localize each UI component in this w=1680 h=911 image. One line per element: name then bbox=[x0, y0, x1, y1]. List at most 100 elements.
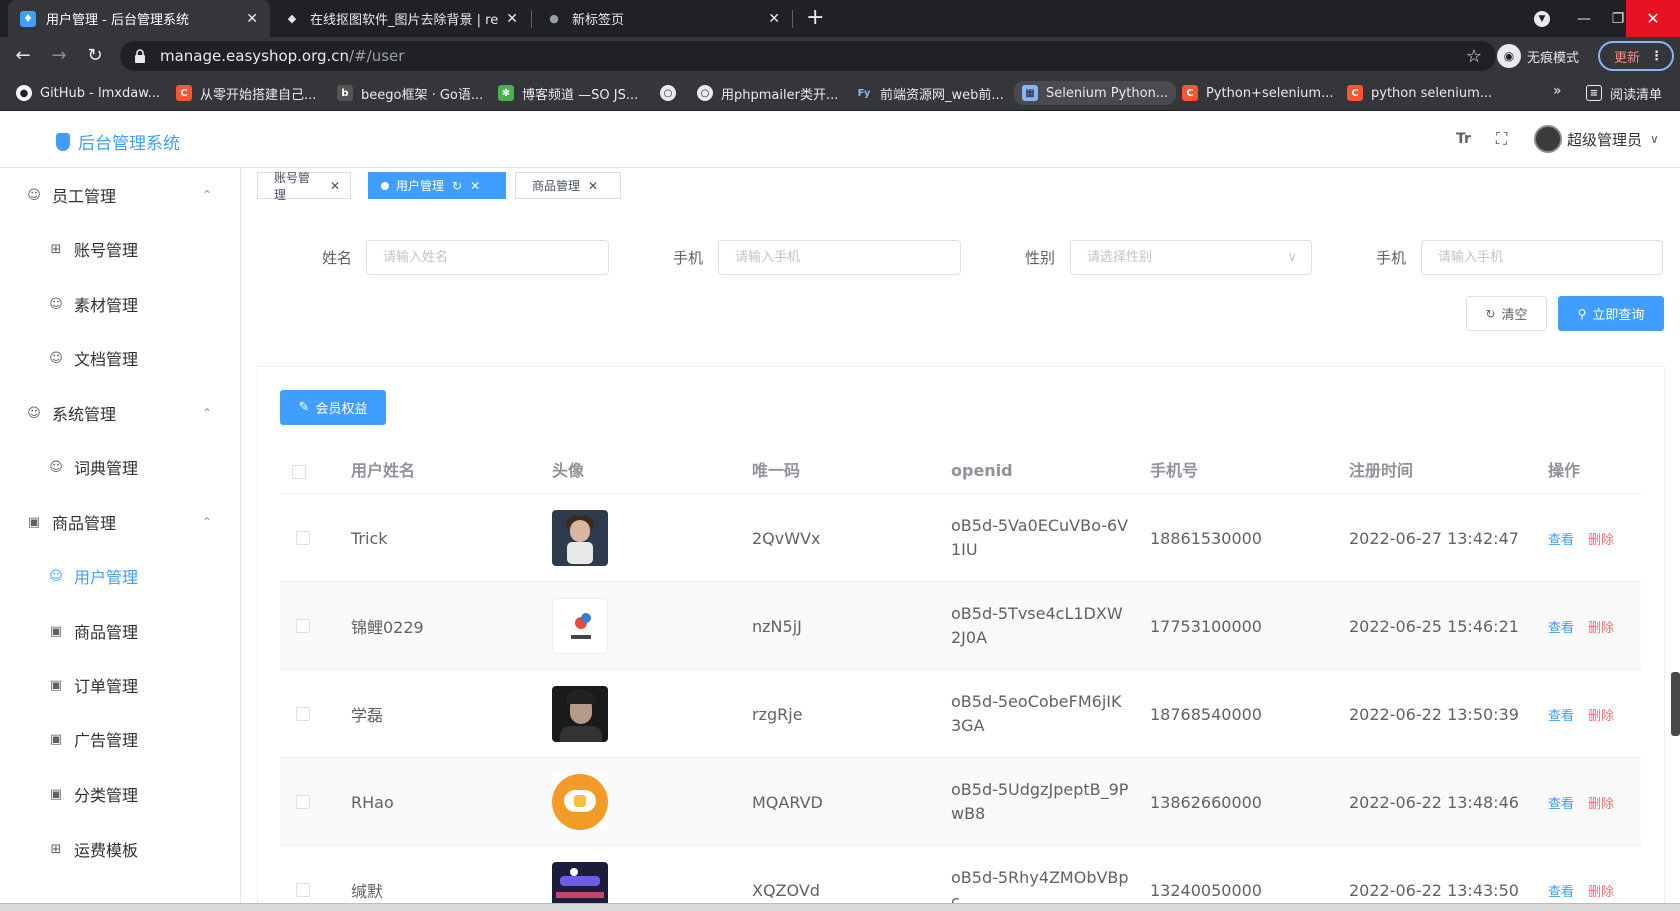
browser-tab-2[interactable]: ◆ 在线抠图软件_图片去除背景 | rem ✕ bbox=[272, 0, 530, 37]
back-icon[interactable]: ← bbox=[12, 45, 34, 67]
tab-search-icon[interactable]: ▼ bbox=[1528, 0, 1556, 37]
new-tab-icon[interactable]: + bbox=[806, 5, 824, 30]
lock-icon bbox=[134, 49, 146, 63]
name-input[interactable]: 请输入姓名 bbox=[366, 240, 609, 275]
bookmark-item[interactable]: b beego框架 · Go语... bbox=[337, 83, 483, 103]
delete-button[interactable]: 删除 bbox=[1588, 617, 1614, 636]
reload-icon[interactable]: ↻ bbox=[84, 45, 106, 67]
minimize-icon[interactable]: — bbox=[1566, 0, 1602, 37]
query-button[interactable]: ⚲ 立即查询 bbox=[1558, 296, 1664, 331]
tag-goods[interactable]: 商品管理 ✕ bbox=[515, 172, 621, 199]
table-row: 学磊 rzgRje oB5d-5eoCobeFM6jIK3GA 18768540… bbox=[280, 670, 1641, 758]
row-checkbox[interactable] bbox=[296, 494, 310, 582]
select-all-checkbox[interactable] bbox=[292, 448, 306, 494]
csdn-icon: C bbox=[1347, 85, 1363, 101]
gender-label: 性别 bbox=[1025, 249, 1056, 267]
reading-list[interactable]: ≡ 阅读清单 bbox=[1586, 83, 1662, 103]
sidebar-group-products[interactable]: ▣ 商品管理 ⌃ bbox=[0, 495, 240, 549]
view-button[interactable]: 查看 bbox=[1548, 617, 1574, 636]
sidebar-group-system[interactable]: ☺ 系统管理 ⌃ bbox=[0, 386, 240, 440]
page-scrollbar[interactable] bbox=[1671, 672, 1680, 736]
view-button[interactable]: 查看 bbox=[1548, 529, 1574, 548]
sidebar-item-shipping[interactable]: ⊞ 运费模板 bbox=[0, 822, 240, 876]
refresh-icon[interactable]: ↻ bbox=[452, 179, 462, 193]
close-icon[interactable]: ✕ bbox=[470, 179, 480, 193]
more-bookmarks-icon[interactable]: » bbox=[1553, 83, 1562, 99]
bookmark-item[interactable]: ○ bbox=[660, 83, 684, 103]
tag-accounts[interactable]: 账号管理 ✕ bbox=[257, 171, 351, 202]
sidebar-item-ads[interactable]: ▣ 广告管理 bbox=[0, 712, 240, 766]
bookmark-item[interactable]: ▦ Selenium Python... bbox=[1014, 81, 1177, 105]
sidebar-item-materials[interactable]: ☺ 素材管理 bbox=[0, 277, 240, 331]
close-window-icon[interactable]: ✕ bbox=[1626, 0, 1680, 37]
update-button[interactable]: 更新 ⋮ bbox=[1598, 41, 1674, 71]
browser-tab-3[interactable]: ● 新标签页 ✕ bbox=[534, 0, 792, 37]
browser-tab-active[interactable]: ♦ 用户管理 - 后台管理系统 ✕ bbox=[8, 0, 270, 37]
bookmark-item[interactable]: ✱ 博客频道 —SO JS... bbox=[498, 83, 638, 103]
phone-input[interactable]: 请输入手机 bbox=[718, 240, 961, 275]
delete-button[interactable]: 删除 bbox=[1588, 881, 1614, 900]
gender-select[interactable]: 请选择性别 ∨ bbox=[1070, 240, 1312, 275]
close-icon[interactable]: ✕ bbox=[330, 179, 340, 193]
sidebar-label: 账号管理 bbox=[74, 241, 139, 260]
fullscreen-icon[interactable]: ⛶ bbox=[1496, 129, 1507, 149]
bookmark-item[interactable]: C python selenium... bbox=[1347, 83, 1492, 103]
logo-icon bbox=[56, 132, 70, 151]
row-checkbox[interactable] bbox=[296, 846, 310, 911]
delete-button[interactable]: 删除 bbox=[1588, 529, 1614, 548]
bookmark-item[interactable]: ● GitHub - lmxdaw... bbox=[16, 83, 160, 103]
tag-users[interactable]: 用户管理 ↻ ✕ bbox=[368, 172, 506, 199]
delete-button[interactable]: 删除 bbox=[1588, 793, 1614, 812]
view-button[interactable]: 查看 bbox=[1548, 793, 1574, 812]
row-checkbox[interactable] bbox=[296, 670, 310, 758]
sidebar-item-accounts[interactable]: ⊞ 账号管理 bbox=[0, 222, 240, 276]
sidebar-item-documents[interactable]: ☺ 文档管理 bbox=[0, 331, 240, 385]
sidebar-item-orders[interactable]: ▣ 订单管理 bbox=[0, 658, 240, 712]
incognito-indicator[interactable]: ◉ 无痕模式 bbox=[1497, 41, 1579, 71]
sidebar-item-categories[interactable]: ▣ 分类管理 bbox=[0, 767, 240, 821]
view-button[interactable]: 查看 bbox=[1548, 705, 1574, 724]
github-icon: ● bbox=[16, 85, 32, 101]
bookmark-label: 前端资源网_web前... bbox=[880, 87, 1004, 103]
browser-tab-bar: ♦ 用户管理 - 后台管理系统 ✕ ◆ 在线抠图软件_图片去除背景 | rem … bbox=[0, 0, 1680, 37]
forward-icon[interactable]: → bbox=[48, 45, 70, 67]
row-checkbox[interactable] bbox=[296, 582, 310, 670]
browser-tab-title: 在线抠图软件_图片去除背景 | rem bbox=[310, 13, 499, 28]
font-size-icon[interactable]: Tr bbox=[1456, 131, 1471, 147]
row-checkbox[interactable] bbox=[296, 758, 310, 846]
bookmark-label: GitHub - lmxdaw... bbox=[40, 85, 161, 101]
view-button[interactable]: 查看 bbox=[1548, 881, 1574, 900]
bookmark-item[interactable]: C Python+selenium... bbox=[1182, 83, 1334, 103]
phone-cell: 13240050000 bbox=[1150, 880, 1262, 900]
close-icon[interactable]: ✕ bbox=[588, 179, 598, 193]
sidebar-label: 词典管理 bbox=[74, 459, 139, 478]
openid-cell: oB5d-5UdgzJpeptB_9PwB8 bbox=[951, 780, 1129, 823]
bookmark-star-icon[interactable]: ☆ bbox=[1466, 46, 1482, 67]
avatar-cell bbox=[552, 582, 608, 670]
phone2-input[interactable]: 请输入手机 bbox=[1421, 240, 1663, 275]
gender-placeholder: 请选择性别 bbox=[1087, 250, 1153, 265]
bookmark-item[interactable]: Fy 前端资源网_web前... bbox=[856, 83, 1004, 103]
address-bar[interactable]: manage.easyshop.org.cn/#/user ☆ bbox=[120, 41, 1496, 71]
sidebar-item-users[interactable]: ☺ 用户管理 bbox=[0, 549, 240, 603]
sidebar-item-dictionary[interactable]: ☺ 词典管理 bbox=[0, 440, 240, 494]
close-tab-icon[interactable]: ✕ bbox=[246, 11, 258, 27]
sidebar-group-staff[interactable]: ☺ 员工管理 ⌃ bbox=[0, 168, 240, 222]
delete-button[interactable]: 删除 bbox=[1588, 705, 1614, 724]
close-tab-icon[interactable]: ✕ bbox=[506, 11, 518, 27]
column-header: 注册时间 bbox=[1349, 461, 1414, 480]
time-cell: 2022-06-22 13:48:46 bbox=[1349, 792, 1519, 812]
bookmark-item[interactable]: ○ 用phpmailer类开... bbox=[697, 83, 838, 103]
user-menu[interactable]: 超级管理员 ∨ bbox=[1534, 125, 1659, 153]
url-host: manage.easyshop.org.cn bbox=[160, 47, 350, 65]
close-tab-icon[interactable]: ✕ bbox=[768, 11, 780, 27]
user-name-cell: Trick bbox=[351, 528, 388, 548]
user-name-cell: RHao bbox=[351, 792, 394, 812]
bookmark-item[interactable]: C 从零开始搭建自己... bbox=[176, 83, 316, 103]
column-header: 手机号 bbox=[1150, 461, 1199, 480]
member-rights-button[interactable]: ✎ 会员权益 bbox=[280, 390, 386, 425]
app-logo[interactable]: 后台管理系统 bbox=[56, 129, 180, 154]
os-taskbar bbox=[0, 903, 1680, 911]
clear-button[interactable]: ↻ 清空 bbox=[1466, 296, 1547, 331]
sidebar-item-goods[interactable]: ▣ 商品管理 bbox=[0, 604, 240, 658]
